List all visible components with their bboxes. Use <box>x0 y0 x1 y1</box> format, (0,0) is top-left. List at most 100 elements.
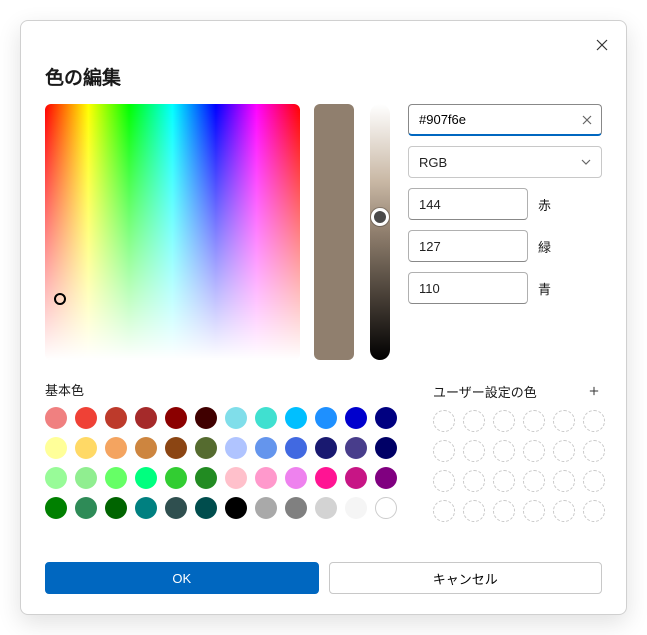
green-label: 緑 <box>538 237 551 256</box>
basic-swatch[interactable] <box>165 437 187 459</box>
basic-swatch[interactable] <box>75 497 97 519</box>
basic-swatch[interactable] <box>285 437 307 459</box>
red-label: 赤 <box>538 195 551 214</box>
user-swatch-empty[interactable] <box>493 410 515 432</box>
user-swatch-empty[interactable] <box>523 470 545 492</box>
basic-swatch[interactable] <box>375 407 397 429</box>
basic-swatch[interactable] <box>45 407 67 429</box>
user-swatch-empty[interactable] <box>433 410 455 432</box>
basic-swatch[interactable] <box>45 497 67 519</box>
basic-swatch[interactable] <box>315 407 337 429</box>
basic-swatch[interactable] <box>135 437 157 459</box>
user-swatch-empty[interactable] <box>523 500 545 522</box>
basic-swatch[interactable] <box>315 497 337 519</box>
add-user-color-button[interactable] <box>583 380 605 402</box>
basic-swatch[interactable] <box>255 497 277 519</box>
basic-swatch[interactable] <box>75 437 97 459</box>
basic-swatch[interactable] <box>375 497 397 519</box>
value-slider[interactable] <box>370 104 390 360</box>
user-swatch-empty[interactable] <box>463 500 485 522</box>
basic-swatch[interactable] <box>135 467 157 489</box>
basic-swatch[interactable] <box>195 497 217 519</box>
color-mode-select[interactable]: RGB <box>408 146 602 178</box>
user-swatch-empty[interactable] <box>433 440 455 462</box>
user-swatch-empty[interactable] <box>463 410 485 432</box>
basic-swatch[interactable] <box>195 437 217 459</box>
user-colors-label: ユーザー設定の色 <box>433 382 537 401</box>
basic-swatch[interactable] <box>105 467 127 489</box>
user-swatch-empty[interactable] <box>553 470 575 492</box>
cancel-button[interactable]: キャンセル <box>329 562 603 594</box>
basic-swatch[interactable] <box>345 407 367 429</box>
current-color-preview <box>314 104 354 360</box>
basic-swatch[interactable] <box>165 407 187 429</box>
basic-swatch[interactable] <box>105 497 127 519</box>
close-button[interactable] <box>586 29 618 61</box>
user-swatch-empty[interactable] <box>583 470 605 492</box>
basic-swatch[interactable] <box>285 497 307 519</box>
blue-label: 青 <box>538 279 551 298</box>
basic-swatch[interactable] <box>165 467 187 489</box>
basic-swatch[interactable] <box>45 467 67 489</box>
user-swatch-empty[interactable] <box>583 500 605 522</box>
basic-swatch[interactable] <box>285 467 307 489</box>
user-swatch-empty[interactable] <box>583 410 605 432</box>
basic-swatch[interactable] <box>225 437 247 459</box>
green-input[interactable]: 127 <box>408 230 528 262</box>
basic-swatch-grid <box>45 407 397 519</box>
plus-icon <box>589 385 599 397</box>
basic-swatch[interactable] <box>225 497 247 519</box>
hex-input[interactable] <box>408 104 602 136</box>
basic-swatch[interactable] <box>255 407 277 429</box>
user-swatch-empty[interactable] <box>553 440 575 462</box>
basic-swatch[interactable] <box>75 407 97 429</box>
user-swatch-empty[interactable] <box>493 470 515 492</box>
red-input[interactable]: 144 <box>408 188 528 220</box>
user-swatch-grid <box>433 410 605 522</box>
user-swatch-empty[interactable] <box>523 410 545 432</box>
basic-swatch[interactable] <box>375 467 397 489</box>
basic-swatch[interactable] <box>345 437 367 459</box>
user-swatch-empty[interactable] <box>433 470 455 492</box>
hex-clear-button[interactable] <box>574 104 600 136</box>
close-icon <box>582 115 592 125</box>
basic-swatch[interactable] <box>345 467 367 489</box>
basic-swatch[interactable] <box>285 407 307 429</box>
basic-swatch[interactable] <box>195 407 217 429</box>
spectrum-cursor[interactable] <box>54 293 66 305</box>
dialog-title: 色の編集 <box>45 63 602 90</box>
basic-swatch[interactable] <box>105 407 127 429</box>
basic-swatch[interactable] <box>225 407 247 429</box>
basic-swatch[interactable] <box>165 497 187 519</box>
user-swatch-empty[interactable] <box>463 440 485 462</box>
user-swatch-empty[interactable] <box>433 500 455 522</box>
basic-swatch[interactable] <box>255 467 277 489</box>
basic-swatch[interactable] <box>225 467 247 489</box>
user-swatch-empty[interactable] <box>463 470 485 492</box>
basic-swatch[interactable] <box>45 437 67 459</box>
basic-swatch[interactable] <box>195 467 217 489</box>
basic-swatch[interactable] <box>135 497 157 519</box>
close-icon <box>596 39 608 51</box>
color-spectrum[interactable] <box>45 104 300 360</box>
basic-swatch[interactable] <box>255 437 277 459</box>
user-swatch-empty[interactable] <box>523 440 545 462</box>
user-swatch-empty[interactable] <box>553 500 575 522</box>
chevron-down-icon <box>581 157 591 168</box>
basic-swatch[interactable] <box>315 437 337 459</box>
blue-input[interactable]: 110 <box>408 272 528 304</box>
color-edit-dialog: 色の編集 RGB <box>20 20 627 615</box>
basic-swatch[interactable] <box>315 467 337 489</box>
user-swatch-empty[interactable] <box>493 440 515 462</box>
basic-swatch[interactable] <box>375 437 397 459</box>
basic-swatch[interactable] <box>135 407 157 429</box>
basic-swatch[interactable] <box>75 467 97 489</box>
user-swatch-empty[interactable] <box>583 440 605 462</box>
basic-swatch[interactable] <box>345 497 367 519</box>
color-mode-value: RGB <box>419 155 447 170</box>
user-swatch-empty[interactable] <box>493 500 515 522</box>
value-slider-thumb[interactable] <box>371 208 389 226</box>
basic-swatch[interactable] <box>105 437 127 459</box>
ok-button[interactable]: OK <box>45 562 319 594</box>
user-swatch-empty[interactable] <box>553 410 575 432</box>
